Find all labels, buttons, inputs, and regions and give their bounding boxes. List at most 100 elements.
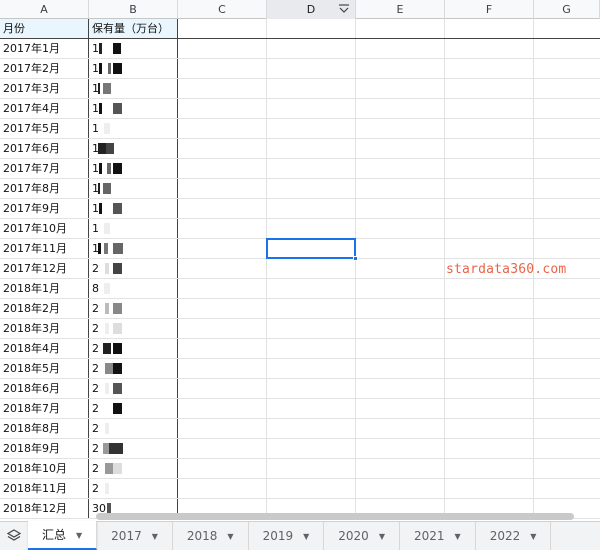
cell-month[interactable]: 2018年6月 bbox=[0, 379, 89, 398]
cell-month[interactable]: 2017年10月 bbox=[0, 219, 89, 238]
cell[interactable] bbox=[356, 399, 445, 418]
cell[interactable] bbox=[178, 319, 267, 338]
cell-month[interactable]: 2018年5月 bbox=[0, 359, 89, 378]
cell[interactable] bbox=[445, 239, 534, 258]
cell[interactable] bbox=[267, 59, 356, 78]
cell[interactable] bbox=[445, 59, 534, 78]
cell[interactable] bbox=[267, 179, 356, 198]
sheet-tab[interactable]: 2019 ▼ bbox=[249, 522, 325, 550]
sheet-tab[interactable]: 2017 ▼ bbox=[97, 522, 173, 550]
cell-holdings[interactable]: 2 bbox=[89, 359, 178, 378]
cell[interactable] bbox=[178, 299, 267, 318]
cell[interactable] bbox=[534, 239, 600, 258]
cell[interactable] bbox=[178, 259, 267, 278]
cell[interactable] bbox=[356, 199, 445, 218]
caret-down-icon[interactable]: ▼ bbox=[152, 532, 158, 541]
cell[interactable] bbox=[178, 159, 267, 178]
column-header-b[interactable]: B bbox=[89, 0, 178, 19]
cell-holdings[interactable]: 1 bbox=[89, 119, 178, 138]
cell[interactable] bbox=[178, 79, 267, 98]
cell-holdings[interactable]: 2 bbox=[89, 259, 178, 278]
cell[interactable] bbox=[534, 279, 600, 298]
fill-handle[interactable] bbox=[353, 256, 358, 261]
cell[interactable] bbox=[445, 199, 534, 218]
cell[interactable] bbox=[178, 39, 267, 58]
caret-down-icon[interactable]: ▼ bbox=[455, 532, 461, 541]
cell[interactable] bbox=[445, 119, 534, 138]
cell[interactable] bbox=[356, 159, 445, 178]
cell[interactable] bbox=[178, 399, 267, 418]
cell-holdings[interactable]: 2 bbox=[89, 299, 178, 318]
cell[interactable] bbox=[534, 459, 600, 478]
cell[interactable] bbox=[356, 99, 445, 118]
cell[interactable] bbox=[267, 399, 356, 418]
cell[interactable] bbox=[178, 279, 267, 298]
cell-month[interactable]: 2017年7月 bbox=[0, 159, 89, 178]
cell[interactable] bbox=[267, 119, 356, 138]
cell[interactable] bbox=[356, 299, 445, 318]
cell[interactable] bbox=[178, 419, 267, 438]
cell[interactable] bbox=[267, 359, 356, 378]
cell[interactable] bbox=[178, 19, 267, 38]
cell[interactable] bbox=[356, 219, 445, 238]
cell[interactable] bbox=[267, 419, 356, 438]
cell-holdings[interactable]: 1 bbox=[89, 199, 178, 218]
cell[interactable] bbox=[356, 19, 445, 38]
cell[interactable] bbox=[267, 99, 356, 118]
cell[interactable] bbox=[178, 479, 267, 498]
cell[interactable] bbox=[267, 379, 356, 398]
sheet-list-button[interactable] bbox=[0, 522, 28, 550]
cell[interactable] bbox=[178, 119, 267, 138]
cell[interactable] bbox=[445, 359, 534, 378]
cell[interactable] bbox=[356, 59, 445, 78]
cell[interactable] bbox=[534, 399, 600, 418]
cell-month[interactable]: 2018年3月 bbox=[0, 319, 89, 338]
cell[interactable] bbox=[267, 79, 356, 98]
cell-month[interactable]: 2018年1月 bbox=[0, 279, 89, 298]
cell[interactable] bbox=[356, 239, 445, 258]
caret-down-icon[interactable]: ▼ bbox=[227, 532, 233, 541]
cell[interactable] bbox=[356, 459, 445, 478]
cell[interactable] bbox=[178, 219, 267, 238]
cell-holdings[interactable]: 2 bbox=[89, 479, 178, 498]
cell[interactable] bbox=[445, 19, 534, 38]
cell[interactable] bbox=[534, 339, 600, 358]
cell[interactable] bbox=[178, 59, 267, 78]
cell[interactable] bbox=[534, 119, 600, 138]
caret-down-icon[interactable]: ▼ bbox=[530, 532, 536, 541]
cell[interactable] bbox=[534, 39, 600, 58]
cell[interactable] bbox=[534, 219, 600, 238]
cell[interactable] bbox=[356, 339, 445, 358]
cell[interactable] bbox=[534, 139, 600, 158]
cell[interactable] bbox=[445, 419, 534, 438]
cell[interactable] bbox=[267, 319, 356, 338]
cell-holdings[interactable]: 2 bbox=[89, 379, 178, 398]
cell[interactable] bbox=[178, 199, 267, 218]
cell[interactable] bbox=[534, 59, 600, 78]
cell[interactable] bbox=[445, 439, 534, 458]
cell-holdings[interactable]: 1 bbox=[89, 99, 178, 118]
cell-header-month[interactable]: 月份 bbox=[0, 19, 89, 38]
active-cell-selection[interactable] bbox=[266, 238, 358, 261]
cell[interactable] bbox=[178, 239, 267, 258]
cell-month[interactable]: 2017年3月 bbox=[0, 79, 89, 98]
cell[interactable] bbox=[445, 319, 534, 338]
cell[interactable] bbox=[178, 439, 267, 458]
cell[interactable] bbox=[445, 79, 534, 98]
cell-holdings[interactable]: 2 bbox=[89, 439, 178, 458]
cell[interactable] bbox=[356, 479, 445, 498]
cell[interactable] bbox=[445, 219, 534, 238]
column-header-a[interactable]: A bbox=[0, 0, 89, 19]
cell[interactable] bbox=[356, 359, 445, 378]
cell-holdings[interactable]: 8 bbox=[89, 279, 178, 298]
column-header-d[interactable]: D bbox=[267, 0, 356, 19]
column-header-g[interactable]: G bbox=[534, 0, 600, 19]
cell-month[interactable]: 2017年11月 bbox=[0, 239, 89, 258]
filter-icon[interactable] bbox=[338, 3, 350, 15]
cell[interactable] bbox=[356, 119, 445, 138]
cell[interactable] bbox=[356, 419, 445, 438]
cell-month[interactable]: 2018年10月 bbox=[0, 459, 89, 478]
cell[interactable] bbox=[445, 99, 534, 118]
cell-month[interactable]: 2018年7月 bbox=[0, 399, 89, 418]
cell-holdings[interactable]: 1 bbox=[89, 59, 178, 78]
